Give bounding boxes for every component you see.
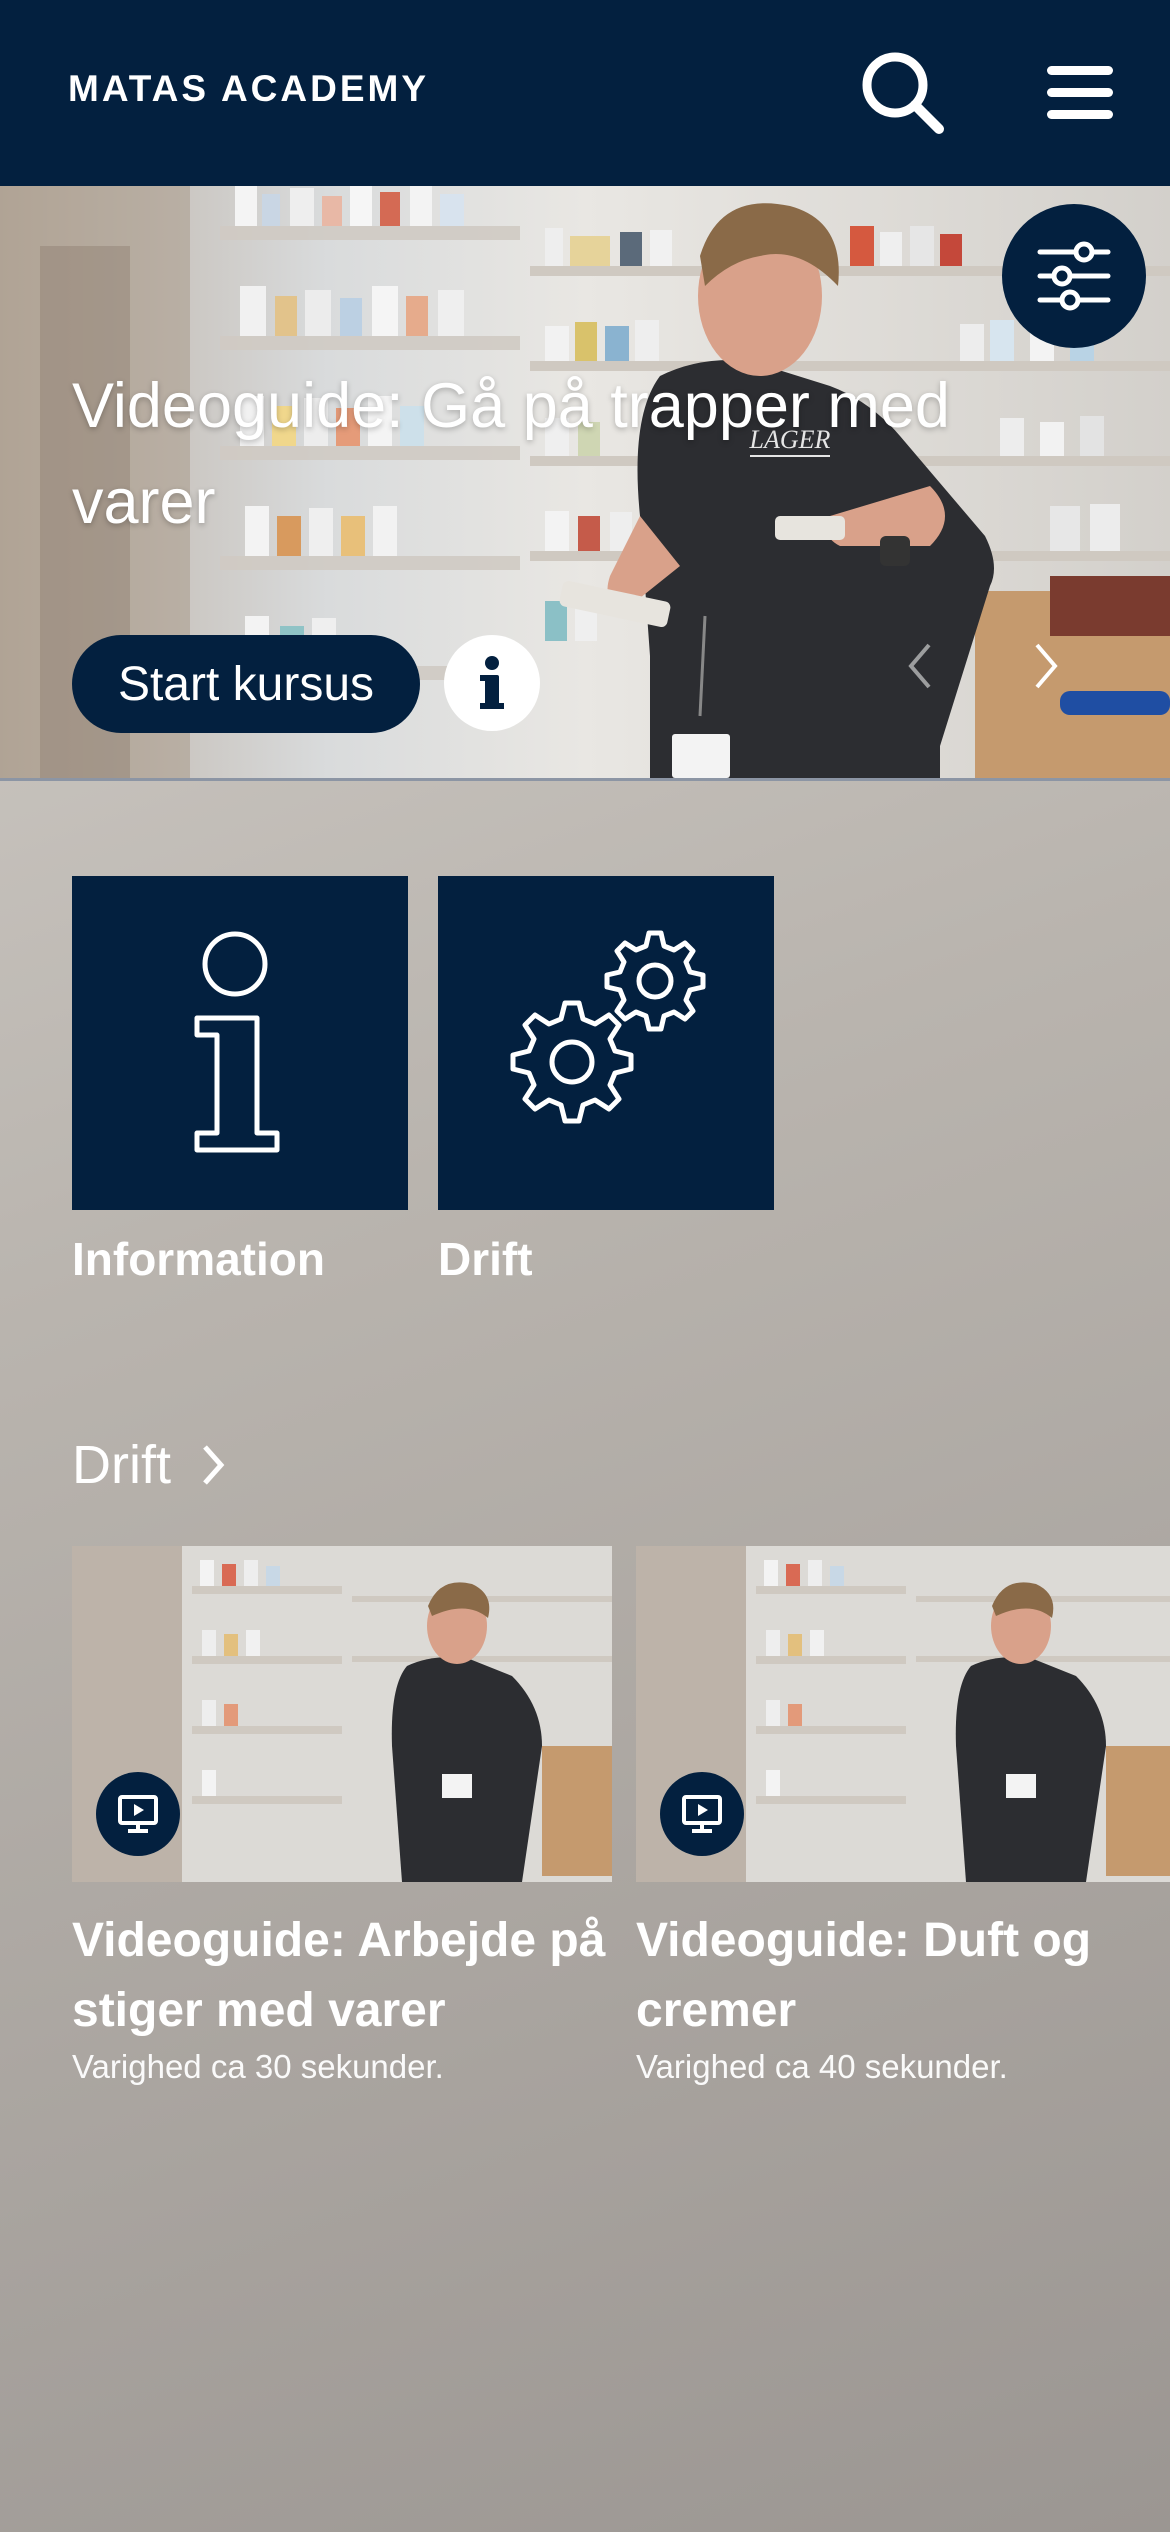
course-info-button[interactable] xyxy=(444,635,540,731)
app-header: MATAS ACADEMY xyxy=(0,0,1170,186)
hamburger-menu-icon xyxy=(1047,66,1113,119)
search-button[interactable] xyxy=(852,42,952,142)
start-course-button[interactable]: Start kursus xyxy=(72,635,420,733)
video-play-icon xyxy=(682,1795,722,1833)
brand-logo[interactable]: MATAS ACADEMY xyxy=(68,68,429,110)
category-tile-drift[interactable] xyxy=(438,876,774,1210)
carousel-prev-button[interactable] xyxy=(890,626,950,706)
page: { "header": { "brand": "MATAS ACADEMY", … xyxy=(0,0,1170,2532)
carousel-next-button[interactable] xyxy=(1016,626,1076,706)
video-badge xyxy=(660,1772,744,1856)
course-thumbnail xyxy=(636,1546,1170,1882)
gears-icon xyxy=(510,930,706,1124)
section-title: Drift xyxy=(72,1435,171,1495)
video-badge xyxy=(96,1772,180,1856)
menu-button[interactable] xyxy=(1030,42,1130,142)
search-icon xyxy=(862,52,944,134)
course-thumbnail xyxy=(72,1546,612,1882)
info-icon xyxy=(194,931,280,1153)
category-label-drift: Drift xyxy=(438,1233,533,1285)
chevron-right-icon xyxy=(1035,643,1058,689)
chevron-right-icon xyxy=(203,1445,225,1485)
info-icon xyxy=(480,656,504,709)
hero-title: Videoguide: Gå på trapper med varer xyxy=(72,371,950,537)
category-tile-information[interactable] xyxy=(72,876,408,1210)
course-duration: Varighed ca 40 sekunder. xyxy=(636,2048,1008,2085)
course-card[interactable]: Videoguide: Duft og cremer Varighed ca 4… xyxy=(636,1546,1170,2086)
section-header-drift[interactable]: Drift xyxy=(72,1434,233,1496)
hero-banner[interactable]: LAGER Videoguide: Gå på trapper med vare… xyxy=(0,186,1170,781)
course-duration: Varighed ca 30 sekunder. xyxy=(72,2048,444,2085)
course-card[interactable]: Videoguide: Arbejde på stiger med varer … xyxy=(72,1546,612,2086)
course-title: Videoguide: Arbejde på stiger med varer xyxy=(72,1914,606,2037)
chevron-left-icon xyxy=(908,643,931,689)
course-title: Videoguide: Duft og cremer xyxy=(636,1914,1092,2037)
sliders-icon xyxy=(1037,241,1111,311)
category-label-information: Information xyxy=(72,1233,325,1285)
filter-button[interactable] xyxy=(1002,204,1146,348)
video-play-icon xyxy=(118,1795,158,1833)
